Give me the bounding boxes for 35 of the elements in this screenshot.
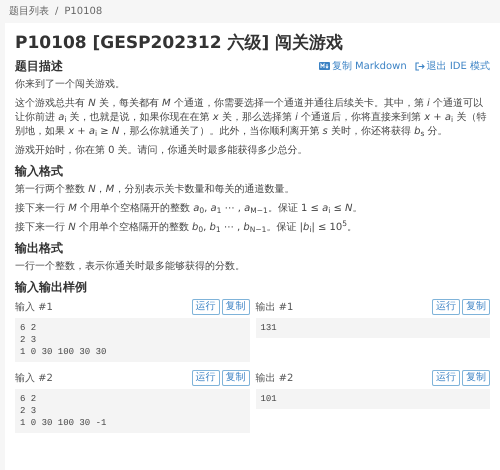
sample-code: 6 2 2 3 1 0 30 100 30 30	[15, 318, 250, 362]
sample-code: 131	[256, 318, 490, 338]
sample-label: 输入 #1	[15, 300, 53, 314]
breadcrumb-current: P10108	[64, 5, 102, 19]
sample-label: 输出 #2	[256, 372, 294, 386]
sample-button[interactable]: 运行	[432, 370, 460, 386]
problem-title: P10108 [GESP202312 六级] 闯关游戏	[15, 32, 344, 54]
sample-button[interactable]: 复制	[222, 299, 250, 315]
paragraph: 第一行两个整数 N，M，分别表示关卡数量和每关的通道数量。	[15, 183, 296, 197]
sample-button[interactable]: 复制	[462, 370, 490, 386]
sample-button[interactable]: 运行	[192, 299, 220, 315]
sample-label: 输出 #1	[256, 300, 294, 314]
paragraph: 你来到了一个闯关游戏。	[15, 78, 126, 92]
breadcrumb-link[interactable]: 题目列表	[9, 4, 49, 19]
sample-button[interactable]: 运行	[192, 370, 220, 386]
paragraph: 一行一个整数，表示你通关时最多能够获得的分数。	[15, 260, 246, 274]
section-heading: 输入输出样例	[15, 279, 88, 295]
sample-button[interactable]: 复制	[462, 299, 490, 315]
markdown-icon	[318, 62, 330, 70]
sample-button[interactable]: 复制	[222, 370, 250, 386]
section-heading: 输入格式	[15, 163, 63, 179]
paragraph: 这个游戏总共有 N 关，每关都有 M 个通道，你需要选择一个通道并通往后续关卡。其中，第 i 个通道可以让你前进 a$_{i}$ 关，也就是说，如果你现在在第 x 关，那么选择第 i 个通道后，你将直接来到第 x + a$_{i}$ 关（特别地，如果 x + a$_{i}$ ≥ N，那么你就通关了）。此外，当你顺利离开第 s 关时，你还将获得 b$_{s}$ 分。	[15, 97, 488, 139]
sample-button[interactable]: 运行	[432, 299, 460, 315]
sample-code: 101	[256, 389, 490, 409]
action-link[interactable]: 复制 Markdown	[318, 58, 407, 74]
action-link[interactable]: 退出 IDE 模式	[414, 58, 490, 74]
paragraph: 接下来一行 M 个用单个空格隔开的整数 a$_{0}$, a$_{1}$ ⋯ , a$_{M−1}$。保证 1 ≤ a$_{i}$ ≤ N。	[15, 202, 364, 216]
paragraph: 游戏开始时，你在第 0 关。请问，你通关时最多能获得多少总分。	[15, 144, 309, 158]
section-heading: 输出格式	[15, 240, 63, 256]
breadcrumb-separator: /	[55, 5, 58, 19]
sample-code: 6 2 2 3 1 0 30 100 30 -1	[15, 389, 250, 433]
sample-label: 输入 #2	[15, 372, 53, 386]
paragraph: 接下来一行 N 个用单个空格隔开的整数 b$_{0}$, b$_{1}$ ⋯ , b$_{N−1}$。保证 |b$_{i}$| ≤ 10$^{5}$。	[15, 221, 358, 235]
exit-icon	[414, 62, 425, 70]
section-heading: 题目描述	[15, 58, 63, 74]
